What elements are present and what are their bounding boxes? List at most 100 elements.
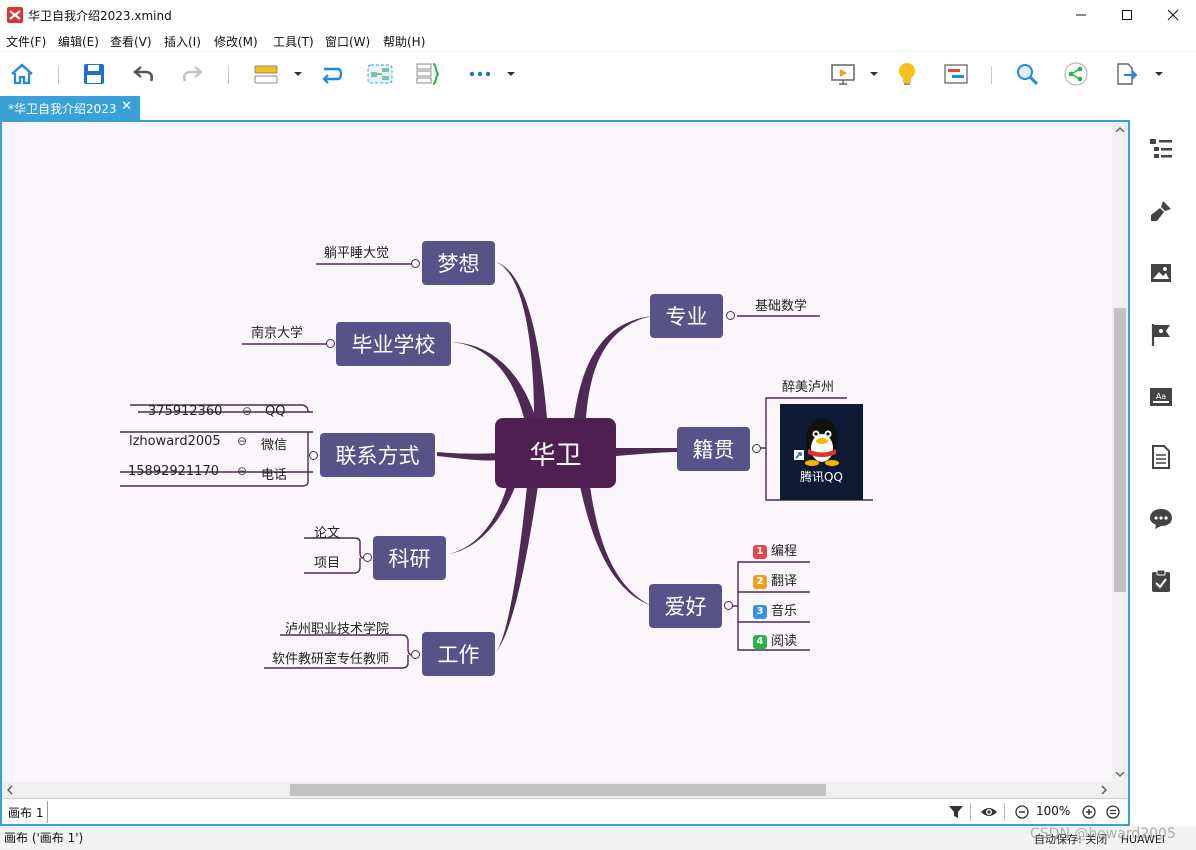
minus-circle-icon[interactable]: ⊖ xyxy=(237,434,247,448)
horizontal-scroll-thumb[interactable] xyxy=(290,784,826,796)
contact-wechat-label[interactable]: 微信 xyxy=(261,434,287,453)
contact-qq-label[interactable]: QQ xyxy=(265,404,285,419)
close-window-button[interactable] xyxy=(1150,0,1196,30)
collapse-toggle[interactable] xyxy=(326,339,335,348)
subtopic-research-2[interactable]: 项目 xyxy=(314,552,340,571)
menu-modify[interactable]: 修改(M) xyxy=(214,33,258,50)
format-button[interactable] xyxy=(1146,196,1176,226)
toolbar-separator xyxy=(228,66,229,84)
topic-contact[interactable]: 联系方式 xyxy=(320,433,435,477)
tab-close-icon[interactable]: ✕ xyxy=(121,99,132,114)
menu-file[interactable]: 文件(F) xyxy=(6,33,46,50)
subtopic-hometown-1[interactable]: 醉美泸州 xyxy=(782,376,834,395)
export-button[interactable] xyxy=(1112,60,1140,88)
filter-icon[interactable] xyxy=(948,804,964,820)
collapse-toggle[interactable] xyxy=(752,444,761,453)
comments-button[interactable] xyxy=(1146,504,1176,534)
topic-button[interactable] xyxy=(252,60,280,88)
chevron-down-icon[interactable] xyxy=(293,69,303,79)
image-icon xyxy=(1151,264,1171,282)
menu-window[interactable]: 窗口(W) xyxy=(325,33,370,50)
horizontal-scrollbar[interactable] xyxy=(2,782,1112,798)
chevron-right-icon[interactable] xyxy=(1098,782,1110,798)
menu-insert[interactable]: 插入(I) xyxy=(164,33,201,50)
zoom-out-icon[interactable] xyxy=(1015,805,1029,819)
vertical-scroll-thumb[interactable] xyxy=(1114,308,1126,592)
subtopic-research-1[interactable]: 论文 xyxy=(314,522,340,541)
chevron-up-icon[interactable] xyxy=(1112,124,1128,136)
hobby-item-4[interactable]: 4 阅读 xyxy=(753,630,797,649)
editor-tab[interactable]: *华卫自我介绍2023 ✕ xyxy=(0,96,140,120)
collapse-toggle[interactable] xyxy=(363,553,372,562)
boundary-button[interactable] xyxy=(366,60,394,88)
topic-school[interactable]: 毕业学校 xyxy=(336,322,451,366)
hobby-item-1[interactable]: 1 编程 xyxy=(753,540,797,559)
undo-button[interactable] xyxy=(130,60,158,88)
topic-research[interactable]: 科研 xyxy=(373,536,446,580)
share-button[interactable] xyxy=(1062,60,1090,88)
collapse-toggle[interactable] xyxy=(411,259,420,268)
subtopic-dream-1[interactable]: 躺平睡大觉 xyxy=(324,242,389,261)
zoom-level[interactable]: 100% xyxy=(1036,804,1070,818)
stickers-button[interactable]: Aa xyxy=(1146,382,1176,412)
minimize-button[interactable] xyxy=(1058,0,1104,30)
home-button[interactable] xyxy=(8,60,36,88)
topic-dream[interactable]: 梦想 xyxy=(422,241,495,285)
editor-tab-bar: *华卫自我介绍2023 ✕ xyxy=(0,96,1140,120)
contact-phone-label[interactable]: 电话 xyxy=(261,464,287,483)
markers-button[interactable] xyxy=(1146,320,1176,350)
contact-qq-value[interactable]: 375912360 xyxy=(148,404,222,419)
gantt-button[interactable] xyxy=(942,60,970,88)
task-button[interactable] xyxy=(1146,566,1176,596)
menu-edit[interactable]: 编辑(E) xyxy=(58,33,99,50)
chevron-down-icon[interactable] xyxy=(1112,768,1128,780)
maximize-button[interactable] xyxy=(1104,0,1150,30)
brainstorm-button[interactable] xyxy=(893,60,921,88)
topic-major[interactable]: 专业 xyxy=(650,294,723,338)
subtopic-work-1[interactable]: 泸州职业技术学院 xyxy=(285,618,389,637)
topic-hometown[interactable]: 籍贯 xyxy=(677,427,750,471)
contact-wechat-value[interactable]: lzhoward2005 xyxy=(129,434,221,449)
contact-phone-value[interactable]: 15892921170 xyxy=(128,464,219,479)
menu-view[interactable]: 查看(V) xyxy=(110,33,152,50)
subtopic-school-1[interactable]: 南京大学 xyxy=(251,322,303,341)
vertical-scrollbar[interactable] xyxy=(1112,122,1128,782)
qq-image[interactable]: 腾讯QQ xyxy=(780,404,863,500)
more-button[interactable] xyxy=(466,60,494,88)
minus-circle-icon[interactable]: ⊖ xyxy=(237,464,247,478)
outliner-button[interactable] xyxy=(1146,134,1176,164)
chevron-left-icon[interactable] xyxy=(4,782,16,798)
tab-title: *华卫自我介绍2023 xyxy=(8,102,117,116)
menu-bar: 文件(F) 编辑(E) 查看(V) 插入(I) 修改(M) 工具(T) 窗口(W… xyxy=(0,30,1196,52)
fit-view-icon[interactable] xyxy=(1106,805,1120,819)
save-button[interactable] xyxy=(80,60,108,88)
presentation-button[interactable] xyxy=(829,60,857,88)
topic-work[interactable]: 工作 xyxy=(422,632,495,676)
central-topic[interactable]: 华卫 xyxy=(495,418,616,488)
chevron-down-icon[interactable] xyxy=(1154,69,1164,79)
menu-help[interactable]: 帮助(H) xyxy=(383,33,425,50)
chevron-down-icon[interactable] xyxy=(506,69,516,79)
subtopic-major-1[interactable]: 基础数学 xyxy=(755,295,807,314)
collapse-toggle[interactable] xyxy=(411,650,420,659)
image-button[interactable] xyxy=(1146,258,1176,288)
hobby-item-3[interactable]: 3 音乐 xyxy=(753,600,797,619)
sheet-tab[interactable]: 画布 1 xyxy=(2,801,48,823)
redo-button[interactable] xyxy=(178,60,206,88)
mind-map-canvas[interactable]: 华卫 梦想 毕业学校 联系方式 科研 工作 专业 籍贯 爱好 躺平睡大觉 南京大… xyxy=(2,122,1112,782)
subtopic-work-2[interactable]: 软件教研室专任教师 xyxy=(272,648,389,667)
collapse-toggle[interactable] xyxy=(309,451,318,460)
minus-circle-icon[interactable]: ⊖ xyxy=(242,404,252,418)
summary-button[interactable] xyxy=(414,60,442,88)
chevron-down-icon[interactable] xyxy=(869,69,879,79)
menu-tools[interactable]: 工具(T) xyxy=(273,33,314,50)
collapse-toggle[interactable] xyxy=(724,601,733,610)
search-button[interactable] xyxy=(1013,60,1041,88)
collapse-toggle[interactable] xyxy=(726,311,735,320)
zoom-in-icon[interactable] xyxy=(1082,805,1096,819)
notes-button[interactable] xyxy=(1146,442,1176,472)
eye-icon[interactable] xyxy=(980,804,998,820)
hobby-item-2[interactable]: 2 翻译 xyxy=(753,570,797,589)
topic-hobby[interactable]: 爱好 xyxy=(649,584,722,628)
relationship-button[interactable] xyxy=(318,60,346,88)
